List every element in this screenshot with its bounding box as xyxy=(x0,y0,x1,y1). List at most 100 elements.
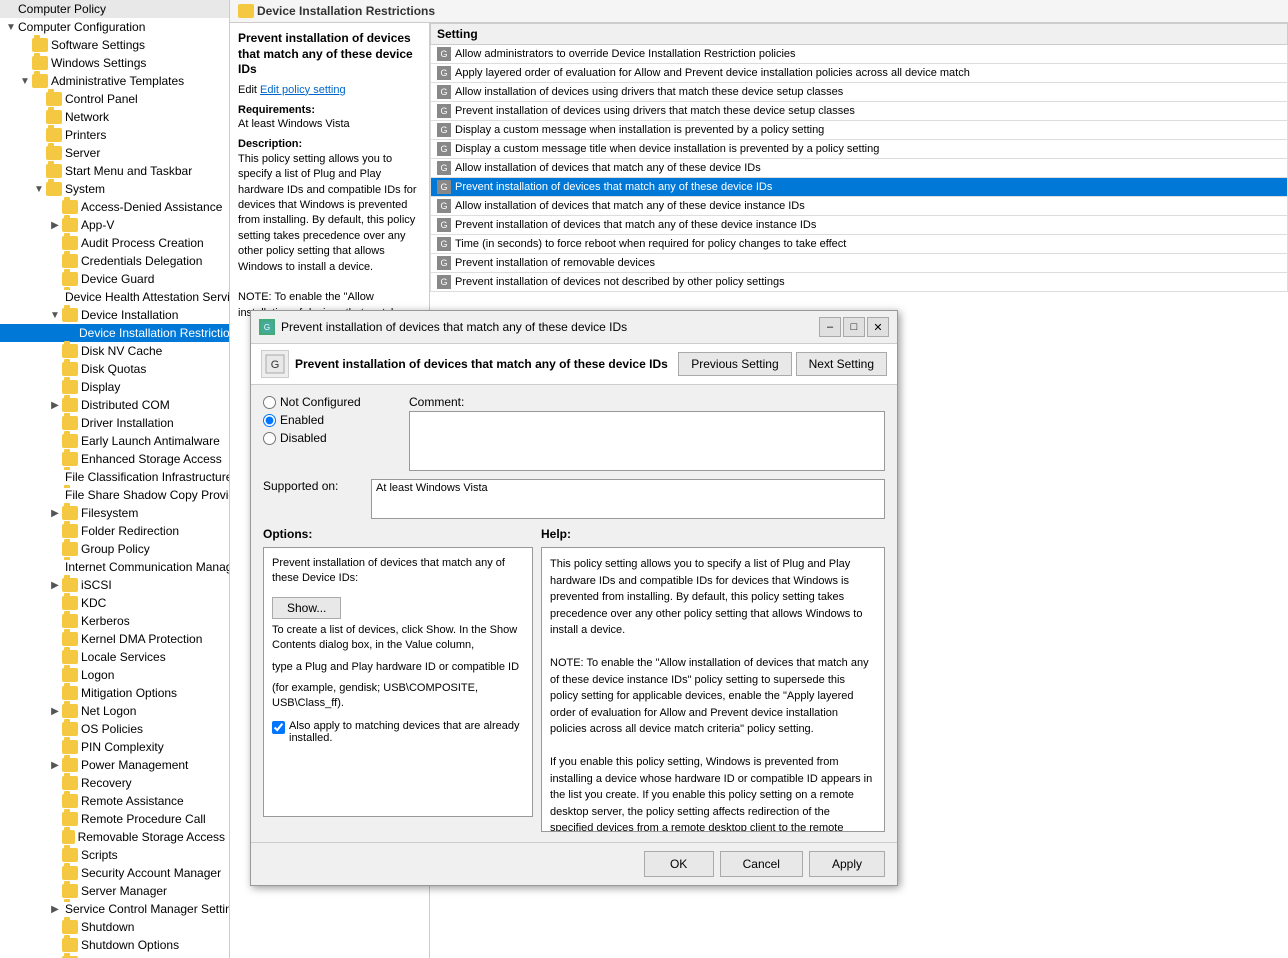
table-row[interactable]: GTime (in seconds) to force reboot when … xyxy=(431,235,1288,254)
table-row[interactable]: GApply layered order of evaluation for A… xyxy=(431,64,1288,83)
tree-item-remote-assistance[interactable]: Remote Assistance xyxy=(0,792,229,810)
row-setting-icon: G xyxy=(437,85,451,99)
tree-item-mitigation-options[interactable]: Mitigation Options xyxy=(0,684,229,702)
tree-item-remote-procedure-call[interactable]: Remote Procedure Call xyxy=(0,810,229,828)
maximize-button[interactable]: □ xyxy=(843,317,865,337)
minimize-button[interactable]: – xyxy=(819,317,841,337)
tree-label: Computer Policy xyxy=(18,2,106,16)
tree-label: PIN Complexity xyxy=(81,740,164,754)
close-button[interactable]: ✕ xyxy=(867,317,889,337)
edit-policy-link[interactable]: Edit Edit policy setting xyxy=(238,84,421,96)
tree-item-server-manager[interactable]: Server Manager xyxy=(0,882,229,900)
tree-item-credentials-delegation[interactable]: Credentials Delegation xyxy=(0,252,229,270)
tree-item-logon[interactable]: Logon xyxy=(0,666,229,684)
setting-icon: G xyxy=(261,350,289,378)
table-row[interactable]: GDisplay a custom message when installat… xyxy=(431,121,1288,140)
tree-item-administrative-templates[interactable]: ▼ Administrative Templates xyxy=(0,72,229,90)
tree-item-locale-services[interactable]: Locale Services xyxy=(0,648,229,666)
radio-not-configured[interactable]: Not Configured xyxy=(263,395,393,409)
tree-item-device-health[interactable]: Device Health Attestation Service xyxy=(0,288,229,306)
tree-item-recovery[interactable]: Recovery xyxy=(0,774,229,792)
tree-item-removable-storage[interactable]: Removable Storage Access xyxy=(0,828,229,846)
tree-item-audit-process[interactable]: Audit Process Creation xyxy=(0,234,229,252)
tree-label: Mitigation Options xyxy=(81,686,177,700)
also-apply-checkbox-label[interactable]: Also apply to matching devices that are … xyxy=(272,720,524,744)
tree-item-security-account-manager[interactable]: Security Account Manager xyxy=(0,864,229,882)
tree-item-shutdown[interactable]: Shutdown xyxy=(0,918,229,936)
table-row[interactable]: GAllow administrators to override Device… xyxy=(431,45,1288,64)
table-row[interactable]: GAllow installation of devices using dri… xyxy=(431,83,1288,102)
tree-item-start-menu[interactable]: Start Menu and Taskbar xyxy=(0,162,229,180)
tree-item-kerberos[interactable]: Kerberos xyxy=(0,612,229,630)
tree-item-computer-policy[interactable]: Computer Policy xyxy=(0,0,229,18)
folder-icon xyxy=(62,830,75,844)
tree-item-device-installation-restrictions[interactable]: Device Installation Restrictions xyxy=(0,324,229,342)
tree-item-kernel-dma[interactable]: Kernel DMA Protection xyxy=(0,630,229,648)
tree-item-app-v[interactable]: ▶ App-V xyxy=(0,216,229,234)
tree-item-software-settings[interactable]: Software Settings xyxy=(0,36,229,54)
table-row[interactable]: GPrevent installation of devices using d… xyxy=(431,102,1288,121)
previous-setting-button[interactable]: Previous Setting xyxy=(678,352,791,376)
radio-not-configured-input[interactable] xyxy=(263,396,276,409)
row-setting-icon: G xyxy=(437,237,451,251)
tree-item-service-control[interactable]: ▶ Service Control Manager Settings xyxy=(0,900,229,918)
radio-enabled[interactable]: Enabled xyxy=(263,413,393,427)
tree-item-enhanced-storage[interactable]: Enhanced Storage Access xyxy=(0,450,229,468)
table-row[interactable]: GAllow installation of devices that matc… xyxy=(431,159,1288,178)
tree-label: Start Menu and Taskbar xyxy=(65,164,192,178)
radio-disabled-input[interactable] xyxy=(263,432,276,445)
tree-item-iscsi[interactable]: ▶ iSCSI xyxy=(0,576,229,594)
tree-item-windows-settings[interactable]: Windows Settings xyxy=(0,54,229,72)
cancel-button[interactable]: Cancel xyxy=(720,851,803,877)
table-row[interactable]: GDisplay a custom message title when dev… xyxy=(431,140,1288,159)
tree-item-device-installation[interactable]: ▼ Device Installation xyxy=(0,306,229,324)
tree-item-display[interactable]: Display xyxy=(0,378,229,396)
ok-button[interactable]: OK xyxy=(644,851,714,877)
tree-item-kdc[interactable]: KDC xyxy=(0,594,229,612)
tree-item-server[interactable]: Server xyxy=(0,144,229,162)
tree-item-folder-redirection[interactable]: Folder Redirection xyxy=(0,522,229,540)
options-content: Prevent installation of devices that mat… xyxy=(263,547,533,817)
tree-item-driver-installation[interactable]: Driver Installation xyxy=(0,414,229,432)
tree-item-group-policy[interactable]: Group Policy xyxy=(0,540,229,558)
edit-link[interactable]: Edit policy setting xyxy=(260,84,346,96)
show-button[interactable]: Show... xyxy=(272,597,341,619)
tree-item-disk-quotas[interactable]: Disk Quotas xyxy=(0,360,229,378)
tree-item-file-share-shadow[interactable]: File Share Shadow Copy Provider xyxy=(0,486,229,504)
table-row[interactable]: GPrevent installation of devices not des… xyxy=(431,273,1288,292)
table-row[interactable]: GPrevent installation of devices that ma… xyxy=(431,216,1288,235)
tree-item-system[interactable]: ▼ System xyxy=(0,180,229,198)
radio-disabled[interactable]: Disabled xyxy=(263,431,393,445)
tree-item-computer-configuration[interactable]: ▼ Computer Configuration xyxy=(0,18,229,36)
tree-item-control-panel[interactable]: Control Panel xyxy=(0,90,229,108)
tree-item-filesystem[interactable]: ▶ Filesystem xyxy=(0,504,229,522)
policy-settings-dialog[interactable]: G Prevent installation of devices that m… xyxy=(250,310,898,886)
tree-item-device-guard[interactable]: Device Guard xyxy=(0,270,229,288)
next-setting-button[interactable]: Next Setting xyxy=(796,352,887,376)
table-row[interactable]: GPrevent installation of devices that ma… xyxy=(431,178,1288,197)
tree-item-power-management[interactable]: ▶ Power Management xyxy=(0,756,229,774)
also-apply-checkbox[interactable] xyxy=(272,721,285,734)
tree-item-distributed-com[interactable]: ▶ Distributed COM xyxy=(0,396,229,414)
tree-item-net-logon[interactable]: ▶ Net Logon xyxy=(0,702,229,720)
tree-item-os-policies[interactable]: OS Policies xyxy=(0,720,229,738)
radio-comment-row: Not Configured Enabled Disabled Comment: xyxy=(263,395,885,471)
tree-item-early-launch[interactable]: Early Launch Antimalware xyxy=(0,432,229,450)
tree-item-pin-complexity[interactable]: PIN Complexity xyxy=(0,738,229,756)
tree-label: Remote Assistance xyxy=(81,794,184,808)
radio-enabled-input[interactable] xyxy=(263,414,276,427)
comment-textarea[interactable] xyxy=(409,411,885,471)
tree-item-disk-nv-cache[interactable]: Disk NV Cache xyxy=(0,342,229,360)
tree-item-access-denied[interactable]: Access-Denied Assistance xyxy=(0,198,229,216)
folder-icon xyxy=(62,848,78,862)
tree-item-scripts[interactable]: Scripts xyxy=(0,846,229,864)
table-row[interactable]: GPrevent installation of removable devic… xyxy=(431,254,1288,273)
tree-item-shutdown-options[interactable]: Shutdown Options xyxy=(0,936,229,954)
tree-item-printers[interactable]: Printers xyxy=(0,126,229,144)
table-row[interactable]: GAllow installation of devices that matc… xyxy=(431,197,1288,216)
apply-button[interactable]: Apply xyxy=(809,851,885,877)
tree-item-internet-communication[interactable]: Internet Communication Management xyxy=(0,558,229,576)
tree-item-network[interactable]: Network xyxy=(0,108,229,126)
tree-item-storage-health[interactable]: Storage Health xyxy=(0,954,229,958)
tree-item-file-classification[interactable]: File Classification Infrastructure xyxy=(0,468,229,486)
